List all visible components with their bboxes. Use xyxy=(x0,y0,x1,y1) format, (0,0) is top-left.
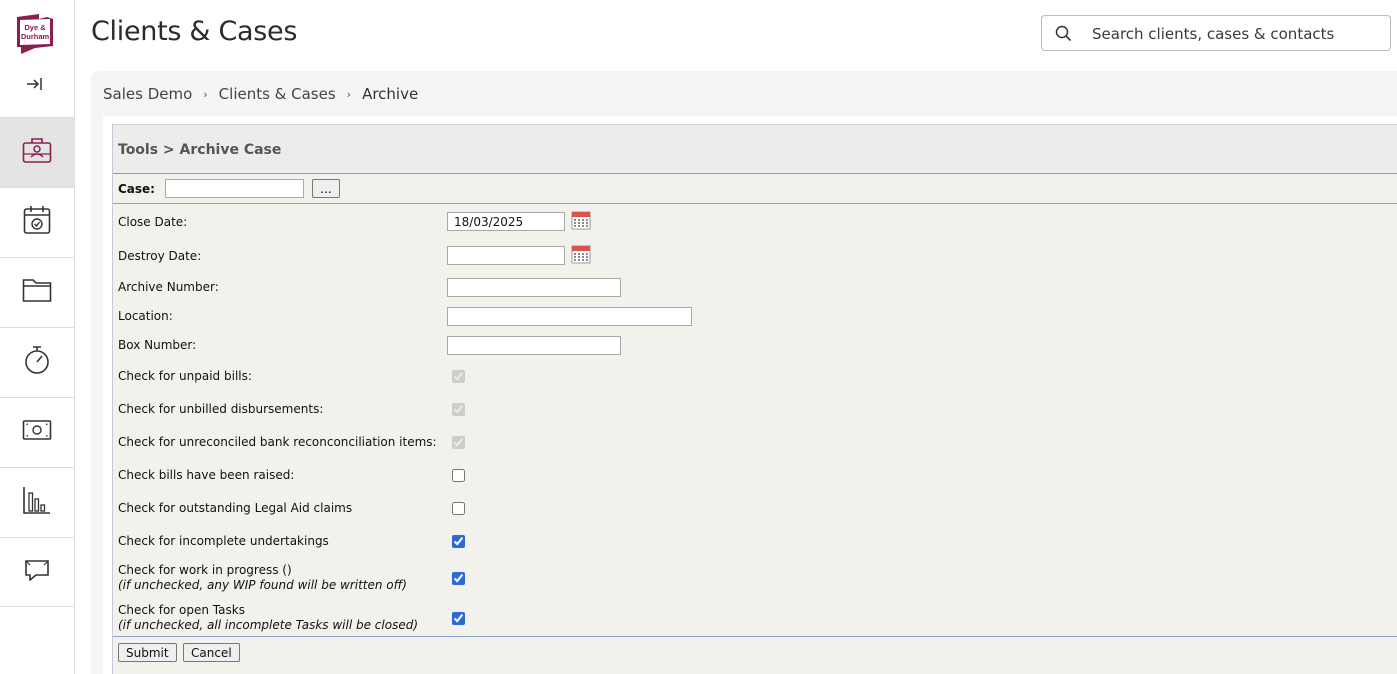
chevron-right-icon: › xyxy=(203,87,208,101)
check-unpaid-bills-label: Check for unpaid bills: xyxy=(118,369,252,383)
check-open-tasks-note: (if unchecked, all incomplete Tasks will… xyxy=(118,618,419,632)
bar-chart-icon xyxy=(22,485,52,520)
expand-sidebar-icon[interactable] xyxy=(23,72,47,96)
case-label: Case: xyxy=(118,182,155,196)
calendar-picker-icon[interactable] xyxy=(571,244,591,264)
check-unbilled-disbursements-label: Check for unbilled disbursements: xyxy=(118,402,324,416)
archive-case-form: Tools > Archive Case Case: ... Close Dat… xyxy=(112,124,1397,674)
check-open-tasks-text: Check for open Tasks xyxy=(118,603,245,617)
svg-text:Durham: Durham xyxy=(21,32,50,41)
location-label: Location: xyxy=(118,309,173,323)
folder-icon xyxy=(22,277,52,308)
nav-reports[interactable] xyxy=(0,467,74,537)
breadcrumb-clients-cases[interactable]: Clients & Cases xyxy=(219,85,336,103)
form-header: Tools > Archive Case xyxy=(113,124,1397,174)
form-actions: Submit Cancel xyxy=(113,636,1397,674)
check-bills-raised-label: Check bills have been raised: xyxy=(118,468,295,482)
form-title: Tools > Archive Case xyxy=(118,142,282,158)
form-panel: Tools > Archive Case Case: ... Close Dat… xyxy=(103,116,1397,674)
archive-number-label: Archive Number: xyxy=(118,280,219,294)
svg-text:Dye &: Dye & xyxy=(24,23,46,32)
search-box[interactable] xyxy=(1041,15,1391,51)
check-legal-aid-checkbox[interactable] xyxy=(452,502,465,515)
sidebar: Dye & Durham xyxy=(0,0,75,674)
check-undertakings-label: Check for incomplete undertakings xyxy=(118,534,329,548)
check-legal-aid-label: Check for outstanding Legal Aid claims xyxy=(118,501,353,515)
archive-number-input[interactable] xyxy=(447,278,621,297)
check-open-tasks-label: Check for open Tasks (if unchecked, all … xyxy=(118,603,418,633)
dye-durham-logo[interactable]: Dye & Durham xyxy=(13,13,57,55)
chat-icon xyxy=(24,559,50,586)
location-input[interactable] xyxy=(447,307,692,326)
briefcase-icon xyxy=(22,136,52,169)
check-unbilled-disbursements-checkbox[interactable] xyxy=(452,403,465,416)
check-open-tasks-checkbox[interactable] xyxy=(452,612,465,625)
chevron-right-icon: › xyxy=(346,87,352,101)
main-content: Sales Demo › Clients & Cases › Archive T… xyxy=(91,71,1397,674)
nav-accounts[interactable] xyxy=(0,397,74,467)
check-unreconciled-items-label: Check for unreconciled bank reconconcili… xyxy=(118,435,437,449)
check-unpaid-bills-checkbox[interactable] xyxy=(452,370,465,383)
case-input[interactable] xyxy=(165,179,304,198)
check-wip-label: Check for work in progress () (if unchec… xyxy=(118,563,407,593)
destroy-date-label: Destroy Date: xyxy=(118,249,202,263)
search-input[interactable] xyxy=(1092,22,1382,46)
submit-button[interactable]: Submit xyxy=(118,643,177,662)
case-row: Case: ... xyxy=(113,174,1397,204)
case-browse-button[interactable]: ... xyxy=(312,179,340,198)
breadcrumb-archive: Archive xyxy=(362,85,419,103)
check-bills-raised-checkbox[interactable] xyxy=(452,469,465,482)
box-number-input[interactable] xyxy=(447,336,621,355)
nav-messages[interactable] xyxy=(0,537,74,607)
nav-time[interactable] xyxy=(0,327,74,397)
nav-documents[interactable] xyxy=(0,257,74,327)
destroy-date-input[interactable] xyxy=(447,246,565,265)
nav-clients-cases[interactable] xyxy=(0,117,74,187)
search-icon xyxy=(1055,25,1072,47)
check-unreconciled-items-checkbox[interactable] xyxy=(452,436,465,449)
money-icon xyxy=(22,419,52,446)
breadcrumb: Sales Demo › Clients & Cases › Archive xyxy=(103,85,418,103)
check-undertakings-checkbox[interactable] xyxy=(452,535,465,548)
cancel-button[interactable]: Cancel xyxy=(183,643,240,662)
close-date-label: Close Date: xyxy=(118,215,188,229)
calendar-icon xyxy=(23,205,51,240)
sidebar-divider xyxy=(0,606,74,607)
nav-calendar[interactable] xyxy=(0,187,74,257)
check-wip-checkbox[interactable] xyxy=(452,572,465,585)
page-title: Clients & Cases xyxy=(91,16,298,47)
box-number-label: Box Number: xyxy=(118,338,197,352)
breadcrumb-sales-demo[interactable]: Sales Demo xyxy=(103,85,192,103)
check-wip-text: Check for work in progress () xyxy=(118,563,292,577)
close-date-input[interactable] xyxy=(447,212,565,231)
calendar-picker-icon[interactable] xyxy=(571,210,591,230)
stopwatch-icon xyxy=(23,345,51,380)
check-wip-note: (if unchecked, any WIP found will be wri… xyxy=(118,578,407,592)
